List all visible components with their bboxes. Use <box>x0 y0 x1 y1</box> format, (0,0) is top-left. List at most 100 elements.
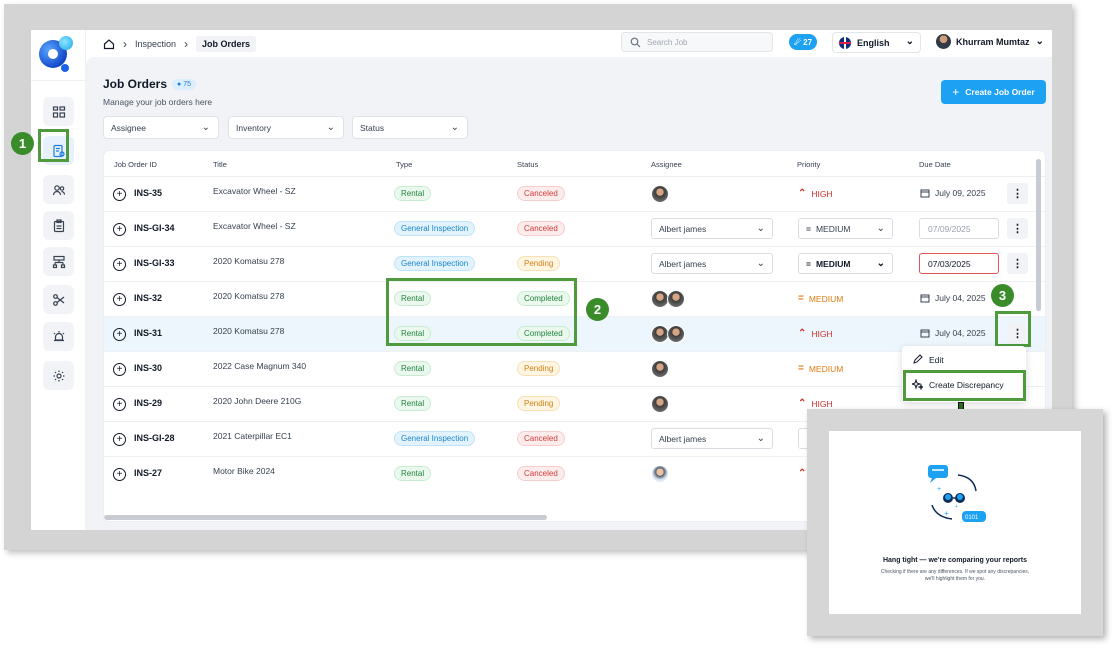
expand-icon[interactable]: + <box>113 433 126 446</box>
clipboard-icon <box>53 218 64 232</box>
table-row[interactable]: + INS-GI-33 2020 Komatsu 278 General Ins… <box>104 247 1045 282</box>
priority-label: HIGH <box>811 328 833 339</box>
more-options-button[interactable]: ⋮ <box>1007 183 1028 204</box>
assignee-avatar[interactable] <box>651 185 669 203</box>
expand-icon[interactable]: + <box>113 258 126 271</box>
type-badge: Rental <box>394 361 432 376</box>
priority-high: ⌃ HIGH <box>798 328 833 339</box>
sidebar-item-hierarchy[interactable] <box>43 247 74 276</box>
edit-label: Edit <box>929 354 944 365</box>
assignee-avatar[interactable] <box>667 325 685 343</box>
job-order-id: INS-GI-34 <box>134 223 175 233</box>
user-menu[interactable]: Khurram Mumtaz ⌄ <box>936 34 1044 49</box>
status-badge: Canceled <box>517 186 565 201</box>
priority-select[interactable]: = MEDIUM ⌄ <box>798 218 893 239</box>
expand-icon[interactable]: + <box>113 363 126 376</box>
language-select[interactable]: English ⌄ <box>832 32 921 53</box>
column-header[interactable]: Status <box>517 160 538 169</box>
table-row[interactable]: + INS-GI-34 Excavator Wheel - SZ General… <box>104 212 1045 247</box>
search-placeholder: Search Job <box>647 37 688 47</box>
priority-medium: = MEDIUM <box>798 293 843 304</box>
job-order-id: INS-27 <box>134 468 163 478</box>
dialog-message: Checking if there are any differences. I… <box>880 569 1030 582</box>
expand-icon[interactable]: + <box>113 293 126 306</box>
status-filter[interactable]: Status ⌄ <box>352 116 468 139</box>
chevron-right-icon: › <box>184 37 189 51</box>
svg-text:+: + <box>937 486 941 493</box>
assignee-select[interactable]: Albert james ⌄ <box>651 218 773 239</box>
vertical-scrollbar[interactable] <box>1036 159 1041 311</box>
alarm-icon <box>53 330 64 341</box>
expand-icon[interactable]: + <box>113 188 126 201</box>
priority-select[interactable]: = MEDIUM ⌄ <box>798 253 893 274</box>
type-badge: General Inspection <box>394 431 476 446</box>
assignee-filter[interactable]: Assignee ⌄ <box>103 116 219 139</box>
sidebar-item-dashboard[interactable] <box>43 97 74 126</box>
annotation-box-3 <box>995 311 1031 347</box>
search-input[interactable]: Search Job <box>621 32 773 52</box>
calendar-icon <box>920 294 930 303</box>
sidebar-item-alerts[interactable] <box>43 322 74 351</box>
arrow-up-icon: ⌃ <box>798 468 807 479</box>
table-header: Job Order ID Title Type Status Assignee … <box>104 151 1045 177</box>
priority-label: MEDIUM <box>815 223 851 234</box>
priority-label: HIGH <box>811 188 833 199</box>
type-badge: Rental <box>394 186 432 201</box>
create-job-order-button[interactable]: + Create Job Order <box>941 80 1046 104</box>
sidebar-item-tools[interactable] <box>43 285 74 314</box>
annotation-marker-2: 2 <box>586 298 609 321</box>
assignee-select[interactable]: Albert james ⌄ <box>651 428 773 449</box>
column-header[interactable]: Type <box>396 160 412 169</box>
annotation-box-1 <box>38 129 69 162</box>
column-header[interactable]: Title <box>213 160 227 169</box>
alarm-icon: ☄ <box>793 37 802 47</box>
column-header[interactable]: Priority <box>797 160 820 169</box>
sidebar-item-reports[interactable] <box>43 211 74 240</box>
due-date-input[interactable]: 07/03/2025 <box>919 253 999 274</box>
expand-icon[interactable]: + <box>113 328 126 341</box>
breadcrumb-job-orders: Job Orders <box>196 36 257 52</box>
expand-icon[interactable]: + <box>113 468 126 481</box>
home-icon[interactable] <box>103 38 115 50</box>
sidebar <box>31 30 86 530</box>
notification-badge[interactable]: ☄ 27 <box>789 34 817 50</box>
edit-menu-item[interactable]: Edit <box>912 354 944 365</box>
expand-icon[interactable]: + <box>113 223 126 236</box>
calendar-icon <box>920 329 930 338</box>
due-date-input[interactable]: 07/09/2025 <box>919 218 999 239</box>
chevron-down-icon: ⌄ <box>326 122 335 133</box>
priority-label: MEDIUM <box>815 258 851 269</box>
breadcrumb-inspection[interactable]: Inspection <box>135 39 176 49</box>
more-options-button[interactable]: ⋮ <box>1007 253 1028 274</box>
status-badge: Pending <box>517 256 561 271</box>
assignee-select[interactable]: Albert james ⌄ <box>651 253 773 274</box>
sidebar-item-users[interactable] <box>43 175 74 204</box>
column-header[interactable]: Job Order ID <box>114 160 157 169</box>
assignee-avatar[interactable] <box>651 360 669 378</box>
assignee-avatar[interactable] <box>651 395 669 413</box>
chevron-down-icon: ⌄ <box>905 36 914 47</box>
table-row[interactable]: + INS-35 Excavator Wheel - SZ Rental Can… <box>104 177 1045 212</box>
assignee-name: Albert james <box>659 258 707 269</box>
assignee-avatar[interactable] <box>667 290 685 308</box>
annotation-marker-1: 1 <box>11 132 34 155</box>
expand-icon[interactable]: + <box>113 398 126 411</box>
sidebar-item-settings[interactable] <box>43 361 74 390</box>
equals-icon: = <box>798 363 804 374</box>
users-icon <box>52 184 65 195</box>
app-logo <box>39 36 75 72</box>
user-name: Khurram Mumtaz <box>956 36 1030 47</box>
horizontal-scrollbar[interactable] <box>104 515 547 520</box>
chevron-down-icon: ⌄ <box>756 433 765 444</box>
top-bar: › Inspection › Job Orders Search Job ☄ 2… <box>86 30 1052 57</box>
language-label: English <box>857 37 890 48</box>
assignee-avatar[interactable] <box>651 465 669 483</box>
priority-label: HIGH <box>811 398 833 409</box>
column-header[interactable]: Assignee <box>651 160 682 169</box>
type-badge: General Inspection <box>394 256 476 271</box>
inventory-filter[interactable]: Inventory ⌄ <box>228 116 344 139</box>
job-title: Excavator Wheel - SZ <box>213 221 296 231</box>
column-header[interactable]: Due Date <box>919 160 951 169</box>
more-options-button[interactable]: ⋮ <box>1007 218 1028 239</box>
assignee-name: Albert james <box>659 223 707 234</box>
